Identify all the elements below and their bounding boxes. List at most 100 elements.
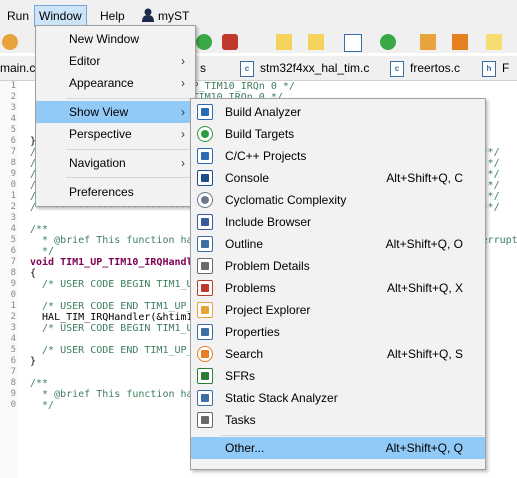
- tab-s[interactable]: s: [200, 58, 206, 78]
- menu-item-new-window[interactable]: New Window: [36, 28, 195, 50]
- menu-item-tasks[interactable]: Tasks: [191, 409, 485, 431]
- menu-item-c-c-projects[interactable]: C/C++ Projects: [191, 145, 485, 167]
- code-line[interactable]: HAL_TIM_IRQHandler(&htim10);: [30, 312, 211, 323]
- line-number: 5: [10, 345, 16, 355]
- line-number: 2: [10, 92, 16, 102]
- menu-item-include-browser[interactable]: Include Browser: [191, 211, 485, 233]
- c-file-icon: c: [240, 60, 254, 77]
- tab-main-c[interactable]: main.c: [0, 58, 35, 78]
- code-line[interactable]: /**: [30, 224, 48, 235]
- menu-item-sfrs[interactable]: SFRs: [191, 365, 485, 387]
- menu-item-build-analyzer[interactable]: Build Analyzer: [191, 101, 485, 123]
- pen-icon[interactable]: [452, 34, 468, 50]
- menu-item-navigation[interactable]: Navigation ›: [36, 152, 195, 174]
- menu-item-shortcut: Alt+Shift+Q, O: [385, 237, 463, 251]
- menu-item-label: C/C++ Projects: [225, 149, 307, 163]
- code-line[interactable]: */: [30, 246, 54, 257]
- menu-label: myST: [158, 9, 190, 23]
- menu-item-show-view[interactable]: Show View ›: [36, 101, 195, 123]
- line-number: 4: [10, 114, 16, 124]
- menu-item-editor[interactable]: Editor ›: [36, 50, 195, 72]
- run-icon[interactable]: [196, 34, 212, 50]
- chevron-right-icon: ›: [181, 127, 185, 141]
- menu-item-preferences[interactable]: Preferences: [36, 181, 195, 203]
- menu-item-console[interactable]: Console Alt+Shift+Q, C: [191, 167, 485, 189]
- h-file-icon: h: [482, 60, 496, 77]
- menu-item-static-stack-analyzer[interactable]: Static Stack Analyzer: [191, 387, 485, 409]
- sfrs-icon: [197, 368, 213, 384]
- menu-item-outline[interactable]: Outline Alt+Shift+Q, O: [191, 233, 485, 255]
- tab-label: main.c: [0, 61, 36, 75]
- chevron-right-icon: ›: [181, 105, 185, 119]
- line-number: 3: [10, 323, 16, 333]
- code-line[interactable]: */: [30, 400, 54, 411]
- menu-run[interactable]: Run: [3, 6, 33, 26]
- menu-myst[interactable]: myST: [138, 6, 193, 26]
- show-view-submenu: Build Analyzer Build Targets C/C++ Project…: [190, 98, 486, 470]
- menu-separator: [221, 435, 483, 436]
- tab-label: F: [502, 61, 510, 75]
- menu-label: Run: [7, 9, 30, 23]
- user-icon: [142, 8, 154, 22]
- line-number: 4: [10, 224, 16, 234]
- c-file-icon: c: [390, 60, 404, 77]
- debug-icon[interactable]: [222, 34, 238, 50]
- highlight-icon[interactable]: [486, 34, 502, 50]
- code-line[interactable]: /**: [30, 378, 48, 389]
- menu-item-label: Problem Details: [225, 259, 310, 273]
- menu-item-build-targets[interactable]: Build Targets: [191, 123, 485, 145]
- menu-item-properties[interactable]: Properties: [191, 321, 485, 343]
- problem-details-icon: [197, 258, 213, 274]
- line-number: 2: [10, 202, 16, 212]
- search-toolbar-icon[interactable]: [380, 34, 396, 50]
- menu-item-shortcut: Alt+Shift+Q, S: [386, 347, 463, 361]
- menu-item-appearance[interactable]: Appearance ›: [36, 72, 195, 94]
- menu-separator: [66, 177, 193, 178]
- new-c-file-icon[interactable]: [344, 34, 362, 52]
- line-number: 3: [10, 103, 16, 113]
- menu-item-label: Include Browser: [225, 215, 312, 229]
- menu-window[interactable]: Window: [34, 5, 87, 27]
- include-browser-icon: [197, 214, 213, 230]
- menu-item-other[interactable]: Other... Alt+Shift+Q, Q: [191, 437, 485, 459]
- menu-item-label: Build Analyzer: [225, 105, 302, 119]
- tab-label: s: [200, 61, 206, 75]
- menu-help[interactable]: Help: [96, 6, 129, 26]
- menu-item-label: Console: [225, 171, 270, 185]
- tab-freertos-c[interactable]: c freertos.c: [390, 58, 460, 78]
- menu-item-label: Other...: [225, 441, 265, 455]
- menu-item-project-explorer[interactable]: Project Explorer: [191, 299, 485, 321]
- line-number: 0: [10, 180, 16, 190]
- search-icon: [197, 346, 213, 362]
- line-number: 7: [10, 257, 16, 267]
- menu-item-label: Cyclomatic Complexity: [225, 193, 347, 207]
- menu-item-label: Search: [225, 347, 264, 361]
- menu-item-search[interactable]: Search Alt+Shift+Q, S: [191, 343, 485, 365]
- outline-icon: [197, 236, 213, 252]
- tab-f[interactable]: hF: [482, 58, 509, 78]
- menu-item-label: Tasks: [225, 413, 256, 427]
- refresh-icon[interactable]: [2, 34, 18, 50]
- chevron-right-icon: ›: [181, 156, 185, 170]
- code-line[interactable]: {: [30, 268, 36, 279]
- menu-item-problems[interactable]: Problems Alt+Shift+Q, X: [191, 277, 485, 299]
- cpp-projects-icon: [197, 148, 213, 164]
- menu-item-label: Preferences: [69, 185, 134, 199]
- new-folder-icon[interactable]: [276, 34, 292, 50]
- menu-item-label: Editor: [69, 54, 101, 68]
- window-menu: New Window Editor › Appearance › Show View…: [35, 25, 196, 207]
- menu-item-shortcut: Alt+Shift+Q, C: [386, 171, 463, 185]
- menu-item-cyclomatic-complexity[interactable]: Cyclomatic Complexity: [191, 189, 485, 211]
- menu-item-label: Build Targets: [225, 127, 295, 141]
- menu-item-problem-details[interactable]: Problem Details: [191, 255, 485, 277]
- code-line[interactable]: }: [30, 356, 36, 367]
- tab-stm32f4xx-hal-tim-c[interactable]: c stm32f4xx_hal_tim.c: [240, 58, 369, 78]
- menu-item-perspective[interactable]: Perspective ›: [36, 123, 195, 145]
- static-stack-analyzer-icon: [197, 390, 213, 406]
- console-icon: [197, 170, 213, 186]
- open-folder-icon[interactable]: [308, 34, 324, 50]
- line-number: 8: [10, 268, 16, 278]
- menu-item-label: Show View: [69, 105, 129, 119]
- open-perspective-icon[interactable]: [420, 34, 436, 50]
- line-number: 8: [10, 158, 16, 168]
